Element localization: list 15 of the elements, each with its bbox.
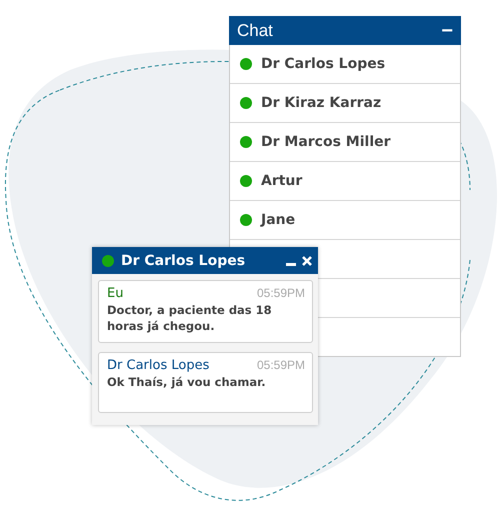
contact-item[interactable]: Artur — [230, 162, 460, 201]
message-text: Doctor, a paciente das 18 horas já chegou. — [107, 303, 273, 334]
message-author: Dr Carlos Lopes — [107, 358, 210, 374]
message-time: 05:59PM — [256, 286, 305, 300]
close-icon[interactable] — [302, 256, 312, 266]
contact-item[interactable]: Dr Carlos Lopes — [230, 45, 460, 84]
contact-item[interactable]: Dr Marcos Miller — [230, 123, 460, 162]
contact-item[interactable]: Jane — [230, 201, 460, 240]
message-time: 05:59PM — [256, 358, 305, 372]
chat-title: Dr Carlos Lopes — [121, 252, 246, 268]
contact-item[interactable]: Dr Kiraz Karraz — [230, 84, 460, 123]
minimize-button[interactable]: − — [441, 20, 453, 40]
message-author: Eu — [107, 286, 124, 301]
panel-title: Chat — [237, 20, 273, 40]
message-text: Ok Thaís, já vou chamar. — [107, 375, 267, 391]
